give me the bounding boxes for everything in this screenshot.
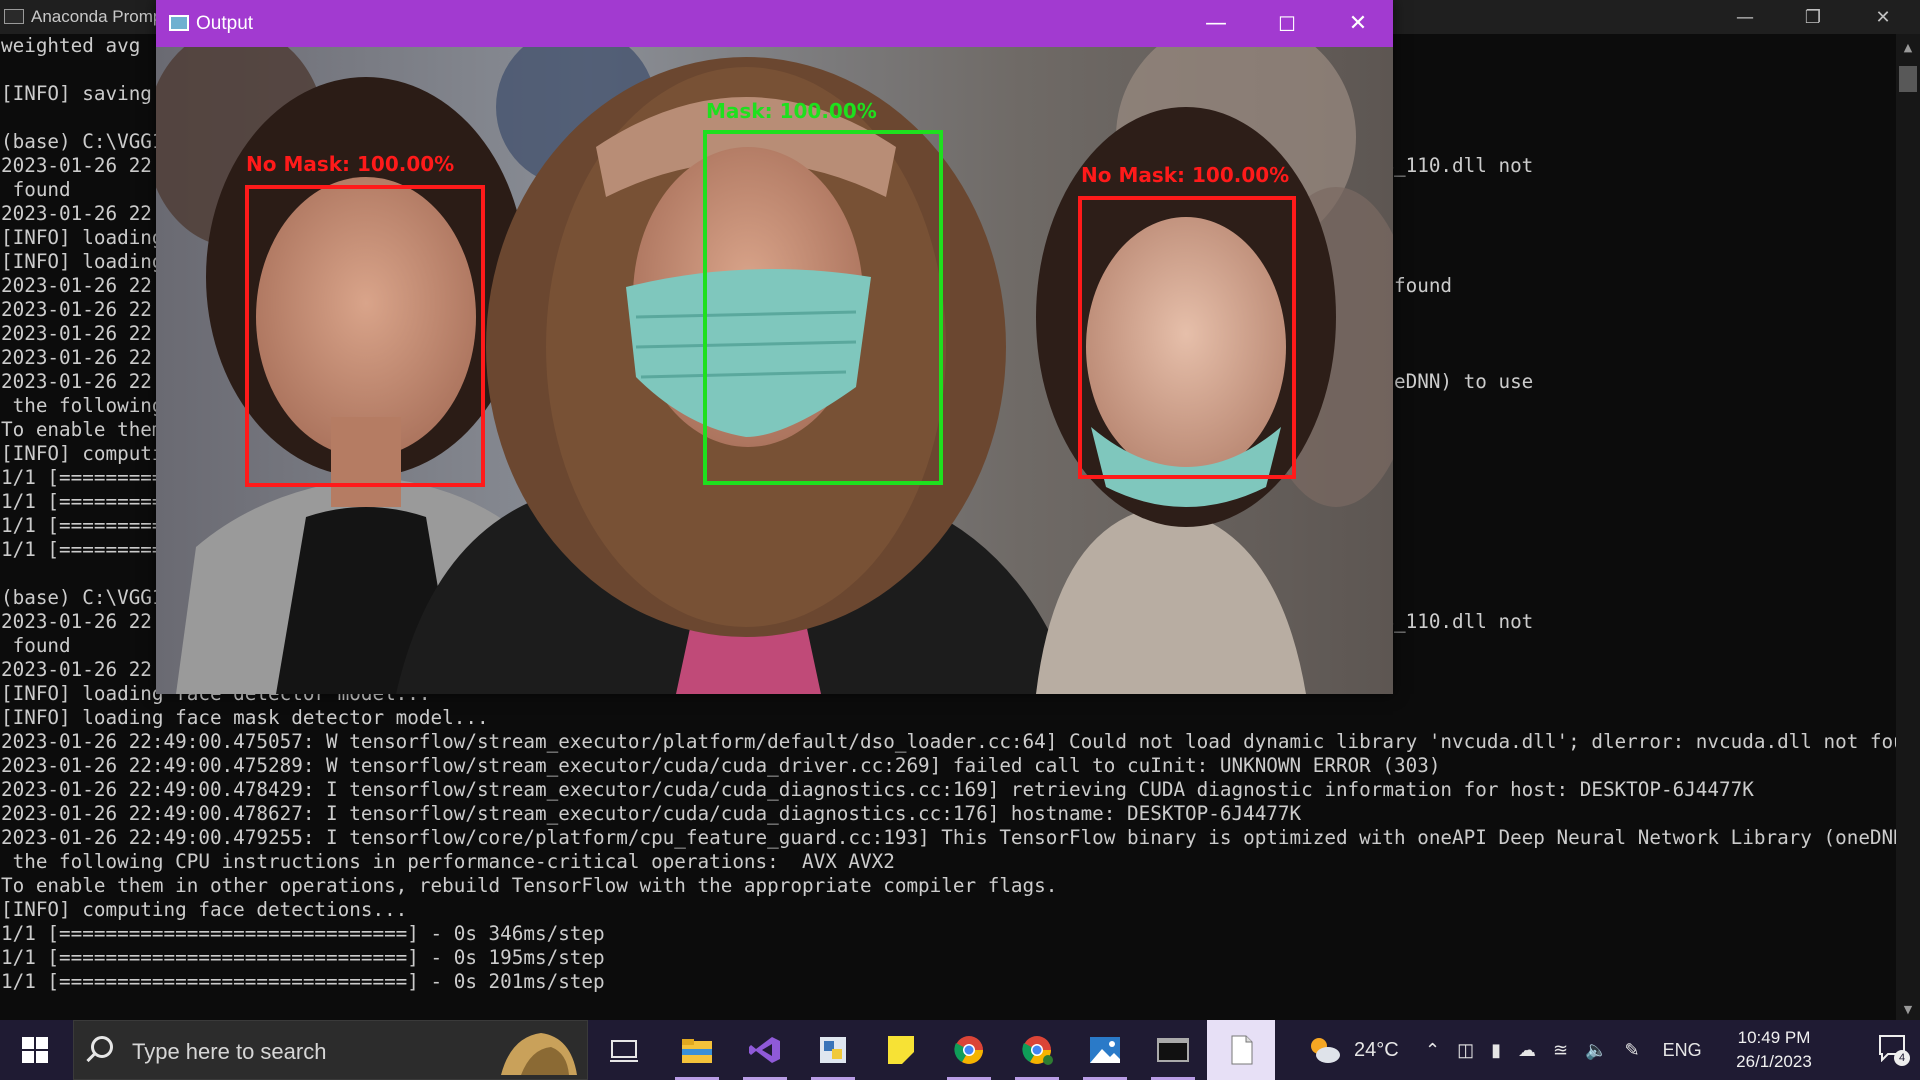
console-line: 1/1 [==============================] - 0… (1, 922, 605, 945)
chrome-profile-icon (1022, 1036, 1053, 1065)
console-line: [INFO] computing face detections... (1, 898, 408, 921)
search-placeholder: Type here to search (132, 1039, 327, 1064)
console-line: To enable them in other operations, rebu… (1, 874, 1058, 897)
pen-icon[interactable]: ✎ (1625, 1040, 1640, 1061)
detection-box-center (703, 130, 943, 485)
clock-time: 10:49 PM (1737, 1028, 1811, 1047)
detection-result-image: No Mask: 100.00% Mask: 100.00% No Mask: … (156, 47, 1393, 694)
detection-label-center: Mask: 100.00% (706, 99, 877, 123)
output-title: Output (196, 13, 254, 34)
task-view-button[interactable] (590, 1020, 658, 1080)
visual-studio-button[interactable] (731, 1020, 799, 1080)
detection-box-right (1078, 196, 1296, 479)
photos-button[interactable] (1071, 1020, 1139, 1080)
python-button[interactable] (799, 1020, 867, 1080)
console-line: 2023-01-26 22:49:00.475057: W tensorflow… (1, 730, 1896, 753)
console-line: 2023-01-26 22:49:00.479255: I tensorflow… (1, 826, 1896, 849)
notepad-icon (1231, 1035, 1253, 1065)
console-app-icon (4, 9, 24, 24)
visual-studio-icon (749, 1037, 780, 1063)
output-app-icon (169, 15, 189, 31)
console-line: [INFO] loading face mask detector model.… (1, 706, 489, 729)
weather-partly-cloudy-icon (1311, 1038, 1340, 1063)
notepad-button[interactable] (1207, 1020, 1275, 1080)
meet-now-icon[interactable]: ◫ (1457, 1040, 1474, 1061)
console-line: the following CPU instructions in perfor… (1, 850, 895, 873)
task-view-icon (610, 1040, 638, 1062)
chrome-profile-button[interactable] (1003, 1020, 1071, 1080)
output-titlebar[interactable]: Output — ☐ ✕ (156, 0, 1393, 47)
wifi-icon[interactable]: ≊ (1553, 1040, 1568, 1061)
scroll-up-icon[interactable]: ▲ (1896, 38, 1920, 58)
console-line: 2023-01-26 22:49:00.475289: W tensorflow… (1, 754, 1441, 777)
battery-icon[interactable]: ▮ (1491, 1040, 1501, 1061)
output-minimize-button[interactable]: — (1180, 0, 1252, 47)
chrome-button[interactable] (935, 1020, 1003, 1080)
sticky-notes-icon (888, 1036, 914, 1064)
terminal-button[interactable] (1139, 1020, 1207, 1080)
console-line: 1/1 [==============================] - 0… (1, 970, 605, 993)
file-explorer-icon (682, 1039, 712, 1063)
photos-icon (1090, 1037, 1120, 1063)
taskbar: Type here to search 24°C ⌃ ◫ ▮ ☁ ≊ 🔈 ✎ E… (0, 1020, 1920, 1080)
console-restore-button[interactable]: ❐ (1778, 0, 1848, 34)
output-window[interactable]: Output — ☐ ✕ No Mask: 100.00% Mask: 100.… (156, 0, 1393, 694)
detection-label-left: No Mask: 100.00% (246, 152, 455, 176)
taskbar-search-box[interactable]: Type here to search (73, 1020, 588, 1080)
search-icon (91, 1036, 113, 1058)
console-line: 1/1 [==============================] - 0… (1, 946, 605, 969)
notification-count-badge: 4 (1894, 1050, 1910, 1066)
chevron-up-icon[interactable]: ⌃ (1425, 1040, 1440, 1061)
detection-label-right: No Mask: 100.00% (1081, 163, 1290, 187)
clock-date: 26/1/2023 (1736, 1052, 1812, 1071)
console-title: Anaconda Prompt (31, 7, 168, 26)
volume-icon[interactable]: 🔈 (1585, 1040, 1607, 1061)
console-close-button[interactable]: ✕ (1848, 0, 1918, 34)
detection-box-left (245, 185, 485, 487)
start-button[interactable] (0, 1020, 70, 1080)
console-line: 2023-01-26 22:49:00.478429: I tensorflow… (1, 778, 1754, 801)
console-line: 2023-01-26 22:49:00.478627: I tensorflow… (1, 802, 1302, 825)
weather-temperature: 24°C (1354, 1038, 1399, 1061)
scroll-down-icon[interactable]: ▼ (1896, 1000, 1920, 1020)
terminal-icon (1157, 1038, 1189, 1062)
onedrive-icon[interactable]: ☁ (1518, 1040, 1536, 1061)
output-close-button[interactable]: ✕ (1322, 0, 1394, 47)
weather-widget[interactable]: 24°C (1306, 1020, 1399, 1080)
file-explorer-button[interactable] (663, 1020, 731, 1080)
clock[interactable]: 10:49 PM 26/1/2023 (1718, 1026, 1830, 1074)
console-minimize-button[interactable]: — (1710, 0, 1780, 34)
output-maximize-button[interactable]: ☐ (1251, 0, 1323, 47)
sticky-notes-button[interactable] (867, 1020, 935, 1080)
system-tray: ⌃ ◫ ▮ ☁ ≊ 🔈 ✎ ENG (1425, 1020, 1702, 1080)
windows-logo-icon (22, 1037, 48, 1063)
notification-center-button[interactable]: 4 (1878, 1034, 1910, 1066)
scrollbar-thumb[interactable] (1899, 66, 1917, 92)
python-icon (820, 1037, 846, 1063)
chrome-icon (954, 1036, 983, 1064)
language-indicator[interactable]: ENG (1663, 1040, 1702, 1061)
search-highlight-icon (501, 1033, 577, 1075)
console-scrollbar[interactable]: ▲ ▼ (1896, 34, 1920, 1020)
